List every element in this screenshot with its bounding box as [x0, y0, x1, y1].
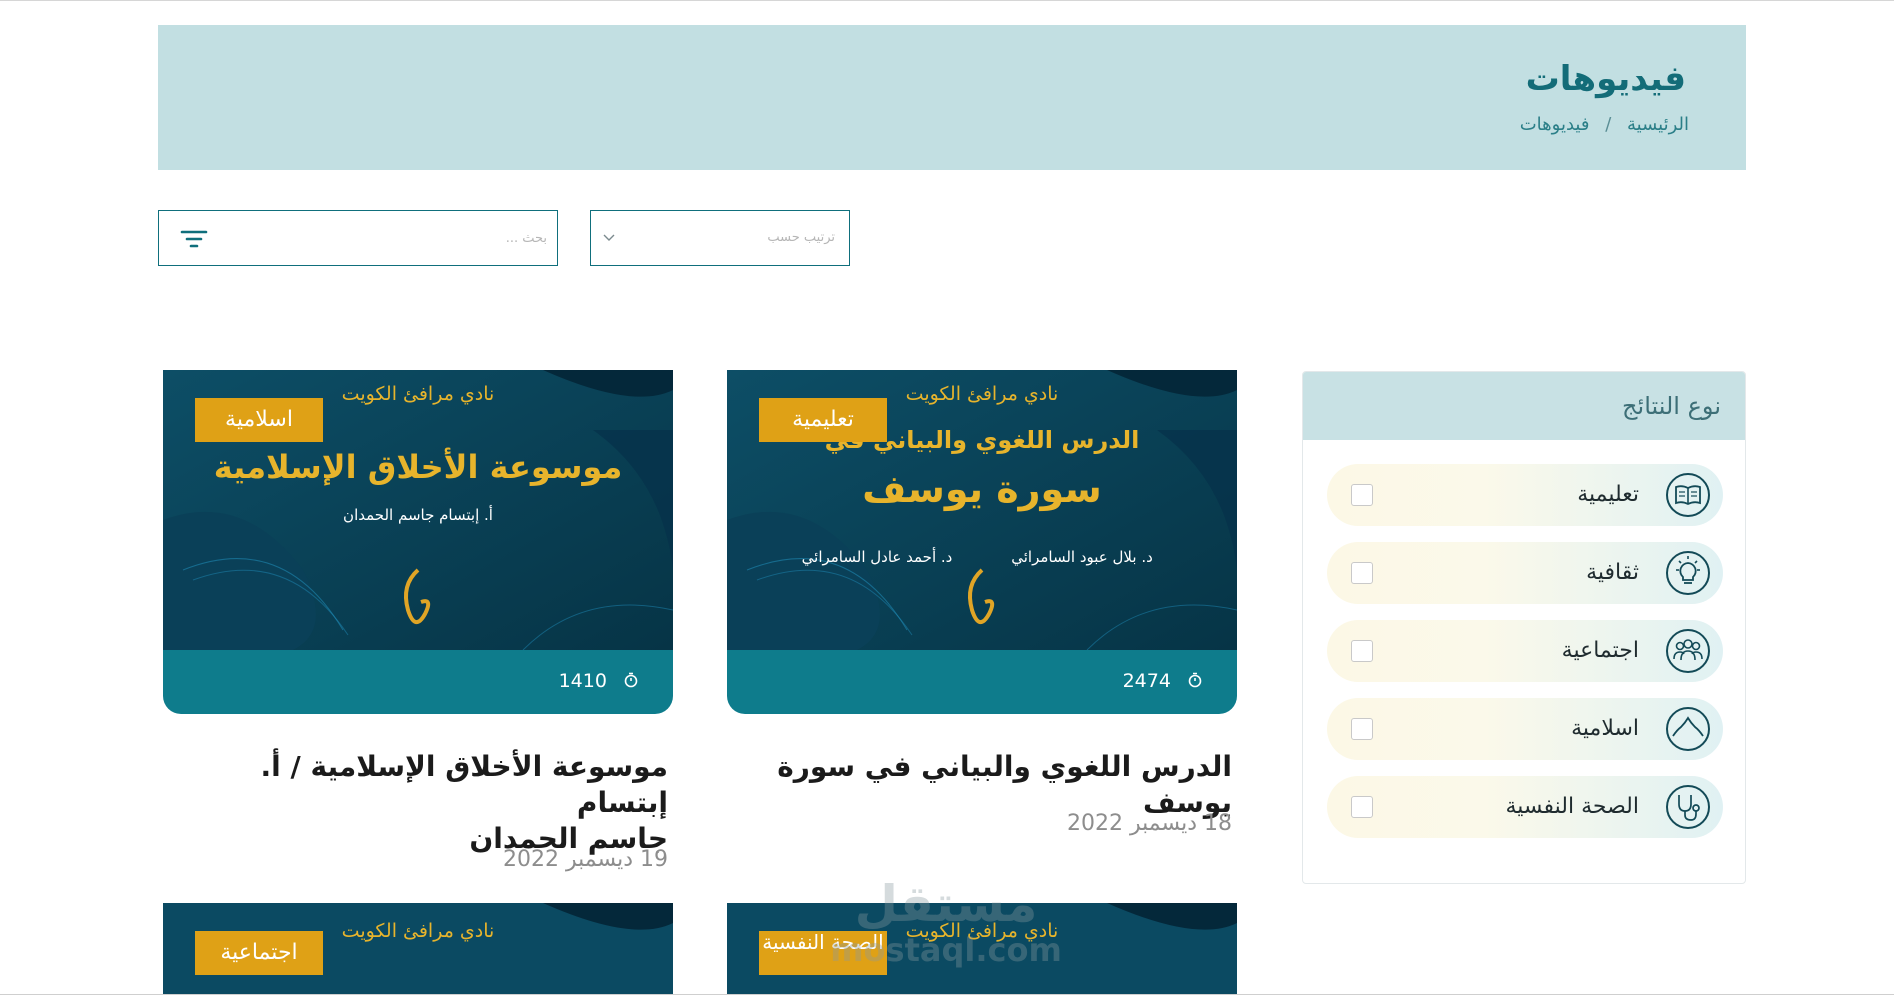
thumbnail-heading-2: سورة يوسف	[862, 467, 1101, 511]
video-card[interactable]: نادي مرافئ الكويت اجتماعية	[163, 903, 673, 994]
view-count-value: 1410	[558, 670, 607, 692]
stopwatch-icon	[624, 672, 638, 688]
mostaql-watermark: مستقل mostaql.com	[830, 875, 1062, 969]
stopwatch-icon	[1188, 672, 1202, 688]
filter-checkbox[interactable]	[1351, 640, 1373, 662]
video-card[interactable]: نادي مرافئ الكويت الدرس اللغوي والبياني …	[727, 370, 1237, 714]
thumbnail-club-name: نادي مرافئ الكويت	[342, 920, 495, 942]
stethoscope-icon	[1666, 785, 1710, 829]
sort-placeholder: ترتيب حسب	[767, 230, 835, 245]
video-card[interactable]: نادي مرافئ الكويت موسوعة الأخلاق الإسلام…	[163, 370, 673, 714]
category-badge: تعليمية	[759, 398, 887, 442]
search-input[interactable]	[219, 225, 547, 251]
watermark-latin: mostaql.com	[830, 931, 1062, 969]
page-title: فيديوهات	[1525, 59, 1686, 99]
breadcrumb-separator: /	[1605, 114, 1612, 135]
filter-checkbox[interactable]	[1351, 718, 1373, 740]
breadcrumb-current: فيديوهات	[1519, 114, 1590, 135]
card-footer: 1410	[163, 650, 673, 714]
view-count: 2474	[1123, 670, 1203, 692]
sort-select[interactable]: ترتيب حسب	[590, 210, 850, 266]
filter-option-cultural[interactable]: ثقافية	[1327, 542, 1723, 604]
category-badge: اسلامية	[195, 398, 323, 442]
filter-checkbox[interactable]	[1351, 484, 1373, 506]
video-title-line: موسوعة الأخلاق الإسلامية / أ. إبتسام	[260, 750, 668, 819]
filter-title: نوع النتائج	[1622, 392, 1721, 420]
video-date: 19 ديسمبر 2022	[502, 847, 668, 872]
filter-option-educational[interactable]: تعليمية	[1327, 464, 1723, 526]
page: فيديوهات الرئيسية / فيديوهات ترتيب حسب ن…	[0, 0, 1894, 995]
lightbulb-icon	[1666, 551, 1710, 595]
dome-icon	[1666, 707, 1710, 751]
thumbnail-author-2: د. أحمد عادل السامرائي	[802, 547, 953, 567]
filter-header: نوع النتائج	[1303, 372, 1745, 440]
watermark-arabic: مستقل	[855, 875, 1038, 933]
filter-checkbox[interactable]	[1351, 562, 1373, 584]
filter-option-label: الصحة النفسية	[1505, 794, 1639, 819]
filter-checkbox[interactable]	[1351, 796, 1373, 818]
video-date: 18 ديسمبر 2022	[1066, 811, 1232, 836]
filter-icon[interactable]	[179, 227, 209, 251]
view-count: 1410	[559, 670, 639, 692]
filter-option-islamic[interactable]: اسلامية	[1327, 698, 1723, 760]
thumbnail-heading: موسوعة الأخلاق الإسلامية	[214, 447, 623, 486]
filter-option-label: تعليمية	[1577, 482, 1639, 507]
book-icon	[1666, 473, 1710, 517]
filter-option-social[interactable]: اجتماعية	[1327, 620, 1723, 682]
thumbnail-author-1: د. بلال عبود السامرائي	[1011, 548, 1153, 567]
page-header: فيديوهات الرئيسية / فيديوهات	[158, 25, 1746, 170]
breadcrumb: الرئيسية / فيديوهات	[1520, 114, 1689, 135]
filter-option-mental-health[interactable]: الصحة النفسية	[1327, 776, 1723, 838]
view-count-value: 2474	[1122, 670, 1171, 692]
people-icon	[1666, 629, 1710, 673]
breadcrumb-home-link[interactable]: الرئيسية	[1627, 114, 1689, 135]
video-title[interactable]: موسوعة الأخلاق الإسلامية / أ. إبتسام جاس…	[163, 749, 668, 857]
chevron-down-icon	[603, 234, 615, 241]
thumbnail-club-name: نادي مرافئ الكويت	[342, 383, 495, 405]
result-type-filter: نوع النتائج تعليمية ثقافية اجتماعية اسلا…	[1302, 371, 1746, 884]
card-footer: 2474	[727, 650, 1237, 714]
category-badge: اجتماعية	[195, 931, 323, 975]
filter-option-label: اجتماعية	[1561, 638, 1639, 663]
thumbnail-club-name: نادي مرافئ الكويت	[906, 383, 1059, 405]
search-box	[158, 210, 558, 266]
thumbnail-author-1: أ. إبتسام جاسم الحمدان	[343, 505, 493, 524]
filter-option-label: اسلامية	[1571, 716, 1639, 741]
filter-option-label: ثقافية	[1586, 560, 1639, 585]
